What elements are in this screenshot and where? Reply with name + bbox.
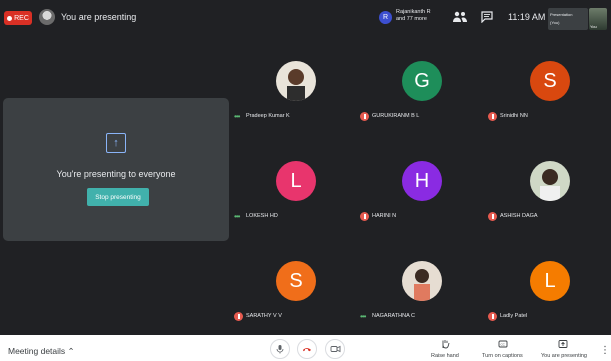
presentation-thumbnail[interactable]: Presentation (You): [548, 8, 588, 30]
end-call-button[interactable]: [297, 339, 317, 359]
participant-name-row: SARATHY V V: [234, 311, 282, 321]
mic-muted-icon: [488, 211, 497, 221]
participant-name-row: GURUKIRANM B L: [360, 111, 419, 121]
participant-name: LOKESH HD: [246, 213, 278, 219]
participant-avatar: [402, 261, 442, 301]
participant-tile[interactable]: S SARATHY V V: [234, 253, 360, 343]
participant-name: Srinidhi NN: [500, 113, 528, 119]
people-icon[interactable]: [452, 11, 468, 23]
raise-hand-label[interactable]: Raise hand: [431, 353, 459, 359]
camera-icon: [330, 345, 340, 353]
participant-avatar: S: [530, 61, 570, 101]
participant-tile[interactable]: H HARINI N: [360, 153, 486, 243]
participant-name-row: ••• Pradeep Kumar K: [234, 111, 290, 121]
more-options-icon[interactable]: ⋮: [600, 345, 610, 356]
presenting-message: You're presenting to everyone: [56, 169, 176, 179]
participant-initial-badge[interactable]: R: [379, 11, 392, 24]
mic-muted-icon: [360, 211, 369, 221]
recording-badge: REC: [4, 11, 32, 25]
speaking-indicator-icon: •••: [234, 111, 240, 121]
present-screen-icon[interactable]: [558, 339, 568, 349]
chat-icon[interactable]: [481, 11, 493, 23]
participant-avatar: L: [530, 261, 570, 301]
speaking-indicator-icon: •••: [234, 211, 240, 221]
participant-name-row: ••• NAGARATHNA C: [360, 311, 415, 321]
end-call-icon: [303, 348, 311, 352]
record-dot-icon: [7, 15, 13, 21]
participant-name: NAGARATHNA C: [372, 313, 415, 319]
participant-name: HARINI N: [372, 213, 397, 219]
participant-name-row: Ladly Patel: [488, 311, 527, 321]
mic-muted-icon: [488, 311, 497, 321]
participant-tile[interactable]: L ••• LOKESH HD: [234, 153, 360, 243]
raise-hand-icon[interactable]: [440, 339, 450, 349]
microphone-icon: [276, 345, 284, 354]
participant-summary[interactable]: Rajanikanth R and 77 more: [396, 9, 431, 23]
svg-text:CC: CC: [501, 342, 506, 346]
participant-avatar: S: [276, 261, 316, 301]
participant-avatar: G: [402, 61, 442, 101]
clock: 11:19 AM: [508, 12, 546, 22]
participant-tile[interactable]: S Srinidhi NN: [488, 53, 611, 143]
participant-name: Pradeep Kumar K: [246, 113, 290, 119]
participant-more: and 77 more: [396, 16, 427, 22]
speaking-indicator-icon: •••: [360, 311, 366, 321]
mic-muted-icon: [488, 111, 497, 121]
self-label: You: [590, 24, 597, 29]
present-screen-icon: ↑: [106, 133, 126, 153]
participant-name-row: ASHISH DAGA: [488, 211, 538, 221]
participant-avatar: [530, 161, 570, 201]
participant-tile[interactable]: ASHISH DAGA: [488, 153, 611, 243]
captions-icon[interactable]: CC: [498, 339, 508, 349]
mic-muted-icon: [234, 311, 243, 321]
stop-presenting-button[interactable]: Stop presenting: [87, 188, 149, 206]
self-view-thumbnail[interactable]: You: [589, 8, 607, 30]
meeting-details-button[interactable]: Meeting details ⌃: [8, 346, 75, 357]
participant-tile[interactable]: G GURUKIRANM B L: [360, 53, 486, 143]
chevron-up-icon: ⌃: [67, 346, 75, 356]
participant-name-row: ••• LOKESH HD: [234, 211, 278, 221]
meeting-details-label: Meeting details: [8, 346, 66, 356]
participant-name-row: HARINI N: [360, 211, 396, 221]
presentation-thumb-owner: (You): [550, 20, 560, 25]
microphone-button[interactable]: [270, 339, 290, 359]
participant-name: Rajanikanth R: [396, 9, 431, 15]
participant-avatar: [276, 61, 316, 101]
participant-name: SARATHY V V: [246, 313, 282, 319]
rec-label: REC: [14, 14, 29, 22]
presenter-avatar: [39, 9, 55, 25]
participant-avatar: H: [402, 161, 442, 201]
presenting-status: You are presenting: [61, 12, 137, 22]
participant-name: GURUKIRANM B L: [372, 113, 420, 119]
presenting-card: ↑ You're presenting to everyone Stop pre…: [3, 98, 229, 241]
participant-tile[interactable]: ••• Pradeep Kumar K: [234, 53, 360, 143]
captions-label[interactable]: Turn on captions: [482, 353, 523, 359]
participant-tile[interactable]: ••• NAGARATHNA C: [360, 253, 486, 343]
mic-muted-icon: [360, 111, 369, 121]
participant-avatar: L: [276, 161, 316, 201]
participant-name: ASHISH DAGA: [500, 213, 538, 219]
participant-tile[interactable]: L Ladly Patel: [488, 253, 611, 343]
participant-name-row: Srinidhi NN: [488, 111, 528, 121]
camera-button[interactable]: [325, 339, 345, 359]
participant-name: Ladly Patel: [500, 313, 528, 319]
presenting-label[interactable]: You are presenting: [541, 353, 587, 359]
top-bar: REC You are presenting R Rajanikanth R a…: [0, 0, 611, 34]
presentation-thumb-label: Presentation: [550, 12, 573, 17]
